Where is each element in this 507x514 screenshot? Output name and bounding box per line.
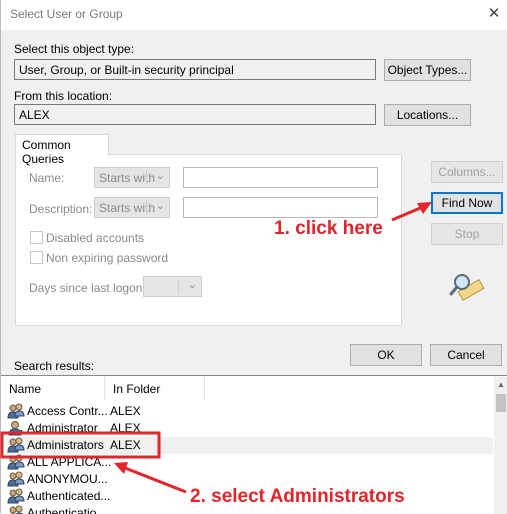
list-item[interactable]: Administrator ALEX — [7, 420, 493, 437]
search-magnifier-icon — [449, 274, 485, 301]
result-name: Administrators — [27, 438, 104, 452]
name-input[interactable] — [183, 167, 378, 188]
disabled-accounts-label: Disabled accounts — [46, 231, 145, 245]
results-scrollbar[interactable]: ▲ — [494, 377, 507, 514]
chevron-down-icon: ⌄ — [155, 170, 165, 182]
days-since-last-logon-select[interactable]: ⌄ — [143, 276, 202, 297]
stop-button[interactable]: Stop — [431, 223, 503, 245]
description-input[interactable] — [183, 197, 378, 218]
disabled-accounts-checkbox[interactable] — [30, 231, 43, 244]
description-label: Description: — [29, 202, 93, 216]
result-folder: ALEX — [110, 404, 141, 418]
annotation-step-2: 2. select Administrators — [190, 486, 405, 507]
columns-button[interactable]: Columns... — [431, 161, 503, 183]
cancel-button[interactable]: Cancel — [430, 344, 502, 366]
result-name: ALL APPLICA... — [27, 455, 112, 469]
result-name: Administrator — [27, 421, 98, 435]
object-types-button[interactable]: Object Types... — [384, 59, 471, 81]
locations-button[interactable]: Locations... — [384, 104, 471, 126]
location-label: From this location: — [14, 89, 113, 103]
column-header-in-folder[interactable]: In Folder — [105, 376, 205, 400]
name-label: Name: — [29, 171, 65, 185]
group-icon — [7, 488, 25, 504]
chevron-down-icon: ⌄ — [155, 200, 165, 212]
chevron-down-icon: ⌄ — [187, 279, 197, 291]
result-folder: ALEX — [110, 421, 141, 435]
non-expiring-password-label: Non expiring password — [46, 251, 169, 265]
close-icon[interactable]: ✕ — [480, 0, 507, 28]
list-item[interactable]: Access Contr... ALEX — [7, 403, 493, 420]
find-now-button[interactable]: Find Now — [431, 192, 503, 214]
scroll-thumb[interactable] — [496, 394, 506, 412]
description-mode-select[interactable]: Starts with ⌄ — [94, 197, 170, 218]
result-folder: ALEX — [110, 438, 141, 452]
object-type-label: Select this object type: — [14, 42, 135, 56]
tab-common-queries[interactable]: Common Queries — [15, 134, 109, 166]
result-name: Authenticated... — [27, 489, 111, 503]
user-icon — [7, 420, 25, 436]
name-mode-select[interactable]: Starts with ⌄ — [94, 167, 170, 188]
list-item-selected[interactable]: Administrators ALEX — [7, 437, 493, 454]
result-name: Access Contr... — [27, 404, 108, 418]
group-icon — [7, 403, 25, 419]
window-title: Select User or Group — [10, 7, 123, 21]
non-expiring-password-checkbox[interactable] — [30, 251, 43, 264]
days-since-last-logon-label: Days since last logon: — [29, 281, 146, 295]
location-field: ALEX — [14, 104, 376, 125]
ok-button[interactable]: OK — [350, 344, 422, 366]
list-item[interactable]: ALL APPLICA... — [7, 454, 493, 471]
scroll-up-icon[interactable]: ▲ — [494, 377, 507, 393]
select-user-or-group-dialog: Select User or Group ✕ Select this objec… — [0, 0, 507, 514]
group-icon — [7, 437, 25, 453]
column-header-name[interactable]: Name — [1, 376, 105, 400]
object-type-field: User, Group, or Built-in security princi… — [14, 59, 376, 80]
group-icon — [7, 471, 25, 487]
result-name: ANONYMOU... — [27, 472, 108, 486]
group-icon — [7, 454, 25, 470]
title-bar: Select User or Group ✕ — [1, 0, 507, 30]
search-results-label: Search results: — [14, 359, 95, 373]
annotation-step-1: 1. click here — [274, 218, 383, 239]
